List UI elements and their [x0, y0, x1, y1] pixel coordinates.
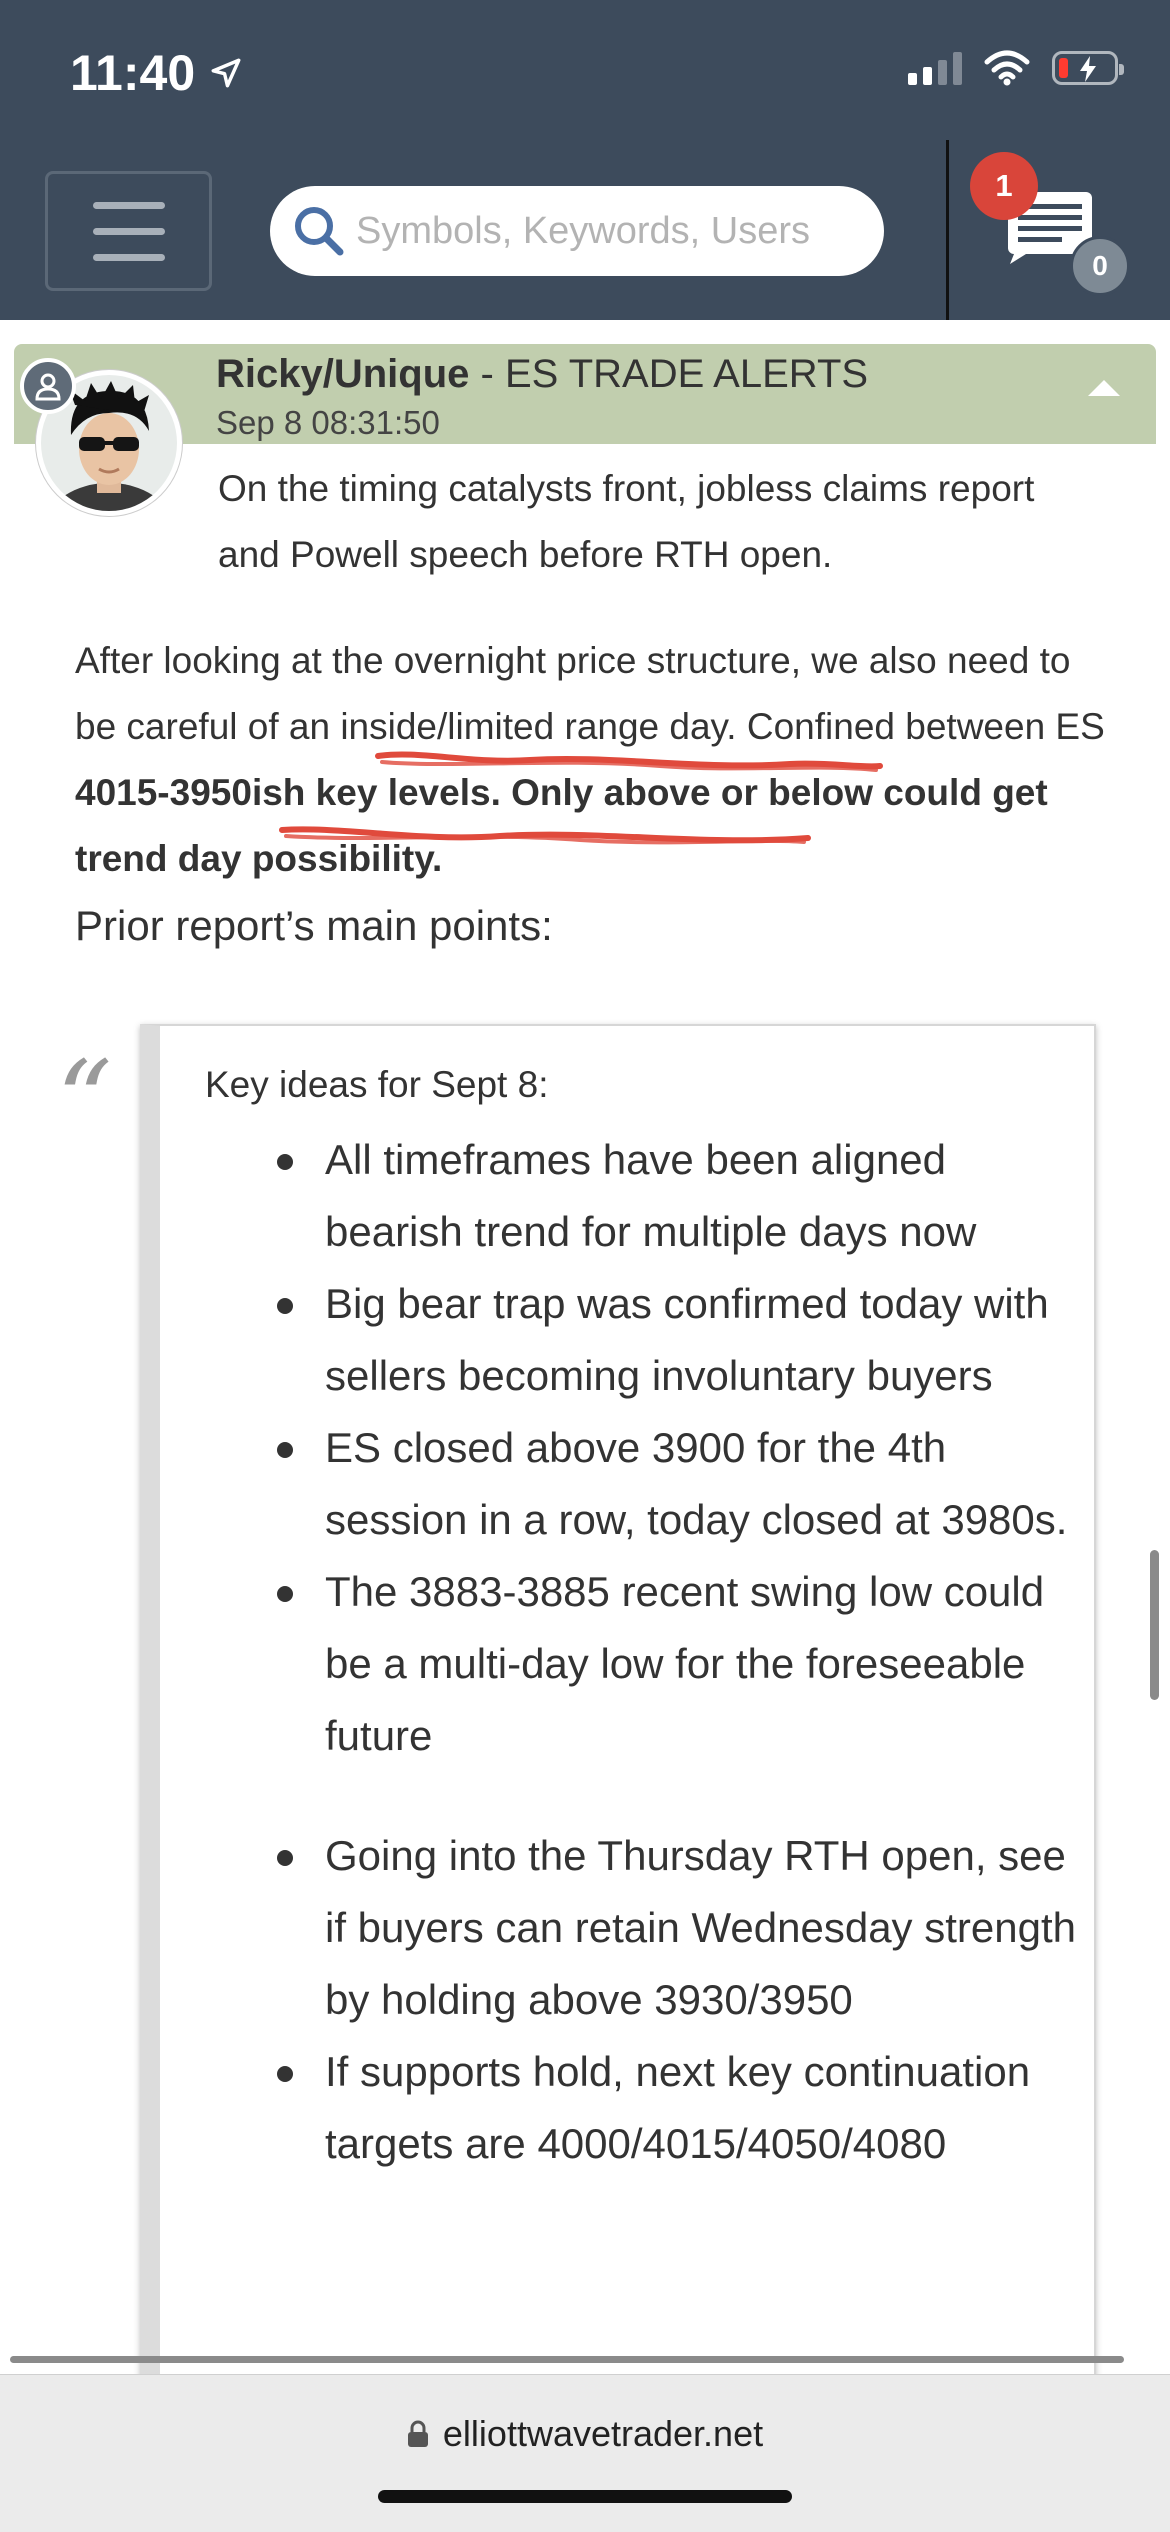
post-author-line: Ricky/Unique - ES TRADE ALERTS: [216, 352, 868, 397]
menu-icon-bar: [92, 201, 165, 209]
list-item: The 3883-3885 recent swing low could be …: [277, 1556, 1085, 1772]
menu-icon-bar: [92, 227, 165, 235]
lock-icon: [407, 2420, 428, 2447]
menu-button[interactable]: [45, 171, 212, 291]
wifi-icon: [984, 50, 1030, 86]
user-icon: [20, 358, 76, 414]
browser-url-bar[interactable]: elliottwavetrader.net: [0, 2374, 1170, 2532]
vertical-scrollbar[interactable]: [1150, 1550, 1159, 1700]
notification-badge[interactable]: 1: [970, 152, 1038, 220]
status-icons: [908, 50, 1124, 86]
quote-icon: “: [56, 1037, 113, 1165]
list-item: Big bear trap was confirmed today with s…: [277, 1268, 1085, 1412]
collapse-icon[interactable]: [1088, 380, 1120, 396]
header-divider: [946, 140, 949, 320]
post-paragraph-timing: On the timing catalysts front, jobless c…: [75, 456, 1105, 588]
post-paragraph-timing-text: On the timing catalysts front, jobless c…: [218, 468, 1035, 575]
horizontal-scrollbar[interactable]: [10, 2356, 1124, 2363]
signal-icon: [908, 51, 962, 85]
menu-icon-bar: [92, 253, 165, 261]
post-paragraph-structure-text: After looking at the overnight price str…: [75, 640, 1105, 747]
search-input[interactable]: [356, 209, 876, 253]
post-header: Ricky/Unique - ES TRADE ALERTS Sep 8 08:…: [14, 344, 1156, 444]
app-header: 11:40 Symbols, Keywords, Users 1 0: [0, 0, 1170, 320]
browser-url[interactable]: elliottwavetrader.net: [443, 2413, 763, 2455]
status-time: 11:40: [70, 44, 243, 102]
home-indicator[interactable]: [378, 2490, 792, 2503]
search-bar[interactable]: [270, 186, 884, 276]
prior-report-heading: Prior report’s main points:: [75, 902, 553, 949]
list-item: All timeframes have been aligned bearish…: [277, 1124, 1085, 1268]
key-ideas-list: All timeframes have been aligned bearish…: [277, 1124, 1085, 2180]
message-count-badge[interactable]: 0: [1070, 236, 1130, 296]
list-item: Going into the Thursday RTH open, see if…: [277, 1820, 1085, 2036]
post-timestamp: Sep 8 08:31:50: [216, 404, 440, 441]
post-author[interactable]: Ricky/Unique: [216, 352, 469, 396]
battery-icon: [1052, 51, 1124, 85]
search-icon: [295, 207, 344, 256]
status-time-text: 11:40: [70, 45, 196, 101]
quote-title: Key ideas for Sept 8:: [205, 1064, 549, 1105]
post-paragraph-structure: After looking at the overnight price str…: [75, 628, 1115, 892]
post-key-levels-bold: 4015-3950ish key levels. Only above or b…: [75, 772, 1048, 879]
list-item: ES closed above 3900 for the 4th session…: [277, 1412, 1085, 1556]
list-item: If supports hold, next key continuation …: [277, 2036, 1085, 2180]
location-arrow-icon: [211, 58, 241, 88]
post-channel: - ES TRADE ALERTS: [469, 352, 869, 396]
